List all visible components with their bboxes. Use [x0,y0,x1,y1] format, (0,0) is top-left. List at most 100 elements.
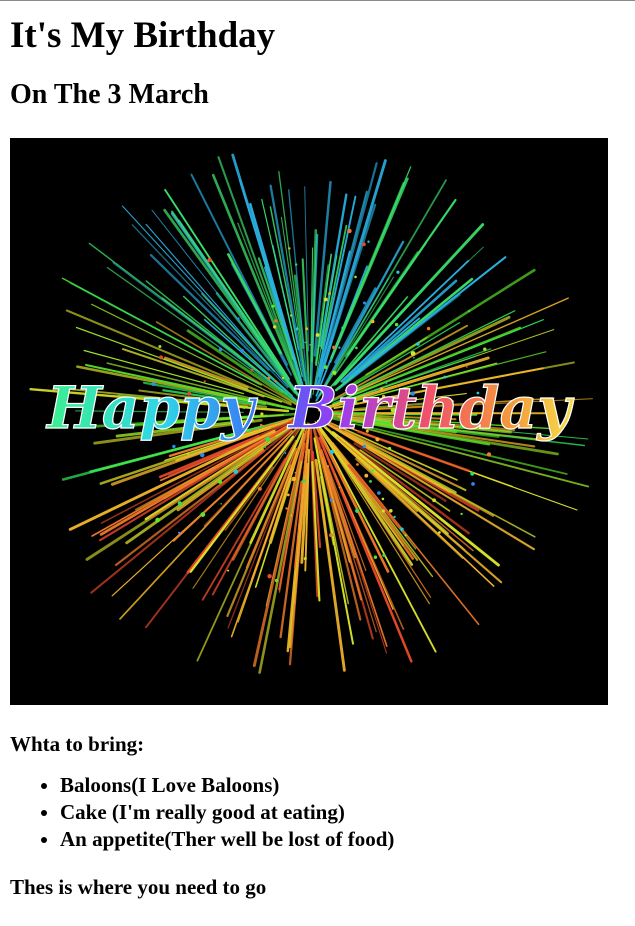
firework-spark [309,344,312,346]
firework-spark [363,301,366,305]
firework-spark [432,498,436,503]
firework-spark [290,514,293,517]
birthday-word: Birthday [286,374,575,442]
firework-spark [220,503,222,505]
firework-spark [394,322,399,327]
firework-spark [416,342,420,346]
firework-spark [410,351,416,356]
firework-spark [158,345,162,348]
firework-spark [396,270,400,274]
firework-spark [290,314,293,317]
firework-spark [274,380,277,383]
firework-spark [295,263,298,266]
firework-spark [460,512,463,516]
firework-spark [172,444,176,449]
firework-spark [467,309,471,313]
firework-spark [288,247,291,250]
firework-spark [370,319,375,324]
firework-ray [68,429,276,531]
firework-spark [323,365,328,369]
firework-spark [302,479,306,483]
firework-spark [187,452,190,456]
firework-spark [323,297,328,302]
firework-spark [294,471,297,474]
list-item: Baloons(I Love Baloons) [60,772,625,799]
firework-spark [483,347,487,351]
firework-spark [250,368,254,372]
page-content: It's My Birthday On The 3 March Happy Bi… [0,15,635,899]
firework-spark [370,469,374,473]
firework-spark [240,348,245,353]
firework-spark [354,275,357,279]
firework-ray [353,256,507,377]
firework-spark [362,444,366,449]
firework-spark [291,476,297,482]
page-title: It's My Birthday [10,15,276,56]
firework-spark [200,452,205,458]
directions-heading: Thes is where you need to go [10,875,267,899]
fireworks-graphic: Happy Birthday [29,153,593,674]
firework-spark [388,446,392,451]
firework-spark [273,325,277,329]
firework-spark [470,471,475,476]
firework-spark [404,534,407,537]
firework-spark [258,487,262,491]
firework-spark [327,465,329,468]
firework-spark [413,357,415,359]
list-item: Cake (I'm really good at eating) [60,799,625,826]
bring-heading: Whta to bring: [10,732,145,756]
firework-spark [200,512,206,517]
firework-spark [282,376,285,380]
firework-spark [295,327,299,331]
firework-spark [347,228,352,234]
bring-list: Baloons(I Love Baloons) Cake (I'm really… [10,772,625,853]
firework-spark [362,242,366,247]
firework-spark [267,574,272,579]
firework-spark [274,319,278,323]
firework-spark [227,569,230,572]
firework-spark [233,469,239,474]
firework-spark [438,531,441,534]
firework-spark [284,452,287,454]
firework-spark [356,463,359,466]
firework-spark [338,346,341,349]
firework-spark [155,517,160,523]
firework-spark [329,533,333,537]
firework-spark [304,341,307,344]
firework-spark [400,527,404,531]
firework-spark [373,555,378,559]
firework-spark [377,491,381,495]
firework-spark [218,347,223,352]
firework-spark [178,531,181,534]
firework-spark [332,345,336,350]
firework-spark [303,557,307,561]
firework-spark [315,333,320,337]
firework-spark [471,482,475,486]
firework-spark [364,473,369,478]
firework-spark [271,304,275,308]
page-subtitle: On The 3 March [10,79,209,110]
firework-spark [382,553,386,557]
firework-spark [159,355,163,360]
firework-spark [328,292,331,295]
firework-spark [286,493,290,497]
firework-spark [381,509,385,513]
firework-spark [426,326,431,331]
birthday-fireworks-image: Happy Birthday [10,138,608,705]
firework-ray [318,179,447,397]
firework-spark [338,486,341,489]
firework-spark [207,257,212,263]
firework-spark [177,501,182,506]
firework-spark [367,240,370,243]
happy-word: Happy [45,374,258,442]
firework-spark [285,507,288,510]
firework-spark [364,516,367,519]
firework-spark [237,317,240,320]
firework-spark [264,446,267,449]
firework-spark [305,327,309,330]
firework-spark [389,509,393,513]
firework-spark [355,346,358,350]
firework-spark [369,480,372,483]
firework-spark [274,578,279,583]
firework-ray [90,419,303,594]
